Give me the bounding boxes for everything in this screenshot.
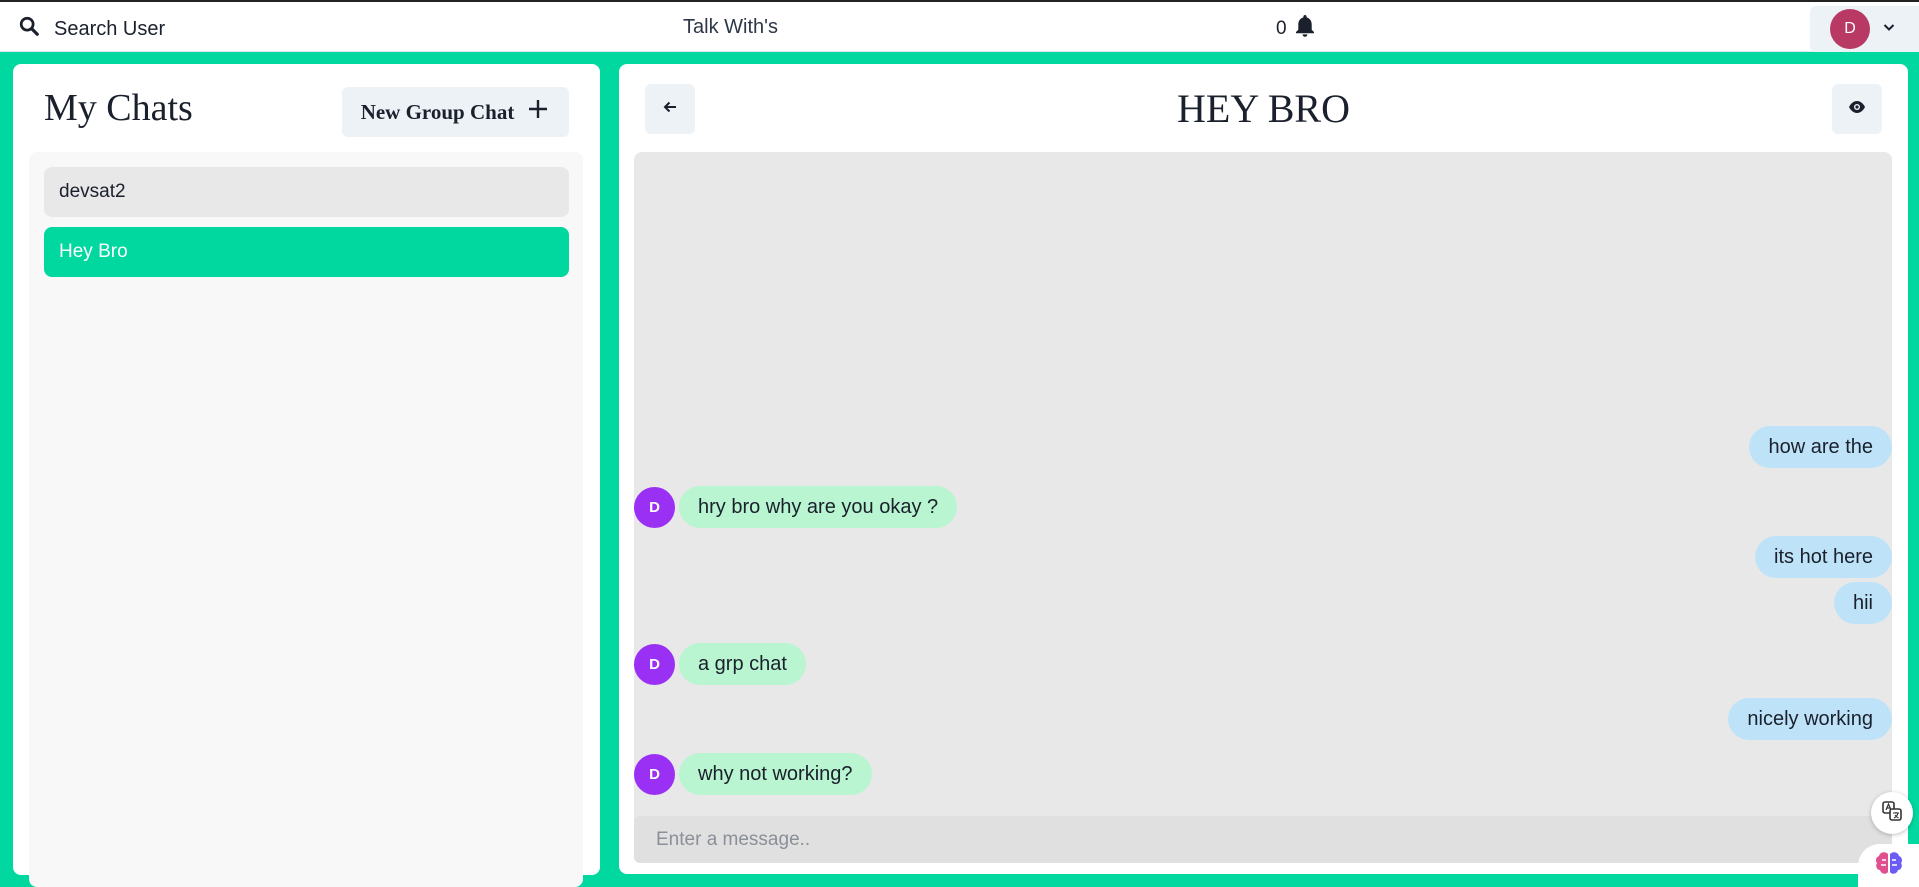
assistant-button[interactable] [1858,844,1919,887]
new-group-chat-button[interactable]: New Group Chat [342,87,569,137]
sent-message: nicely working [1728,698,1892,740]
profile-menu-button[interactable]: D [1810,6,1919,52]
eye-icon [1848,98,1866,121]
sent-message: hii [1833,582,1892,624]
chat-title: HEY BRO [1177,86,1350,131]
my-chats-title: My Chats [44,87,193,129]
chat-list: devsat2 Hey Bro [29,152,583,887]
sent-message: how are the [1749,426,1892,468]
sent-message: its hot here [1755,536,1892,578]
sender-avatar[interactable]: D [634,754,675,795]
search-user-button[interactable]: Search User [6,10,177,48]
search-user-label: Search User [54,17,166,40]
app-title: Talk With's [683,16,778,38]
notification-button[interactable]: 0 [1276,13,1317,45]
plus-icon [526,97,550,127]
chat-list-item[interactable]: devsat2 [44,167,569,217]
chevron-down-icon [1882,20,1896,39]
received-message: hry bro why are you okay ? [679,486,958,528]
received-message: a grp chat [679,643,806,685]
chat-list-item[interactable]: Hey Bro [44,227,569,277]
back-button[interactable] [645,84,695,134]
sender-avatar[interactable]: D [634,644,675,685]
chat-panel: HEY BRO how are the D hry bro why are yo… [619,64,1908,874]
brain-icon [1872,848,1906,887]
message-input[interactable] [634,816,1892,863]
sender-avatar[interactable]: D [634,487,675,528]
received-message: why not working? [679,753,872,795]
translate-icon [1881,800,1903,827]
chat-name: Hey Bro [59,241,128,262]
new-group-chat-label: New Group Chat [360,99,515,124]
arrow-left-icon [661,98,679,121]
search-icon [18,15,40,43]
top-bar: Search User Talk With's 0 D [0,0,1919,52]
my-chats-panel: My Chats New Group Chat devsat2 Hey Bro [13,64,600,887]
chat-name: devsat2 [59,181,126,202]
translate-button[interactable] [1871,792,1913,834]
user-avatar: D [1830,9,1870,49]
bell-icon [1293,13,1317,45]
notification-count: 0 [1276,18,1287,39]
messages-area: how are the D hry bro why are you okay ?… [634,152,1892,863]
view-details-button[interactable] [1832,84,1882,134]
